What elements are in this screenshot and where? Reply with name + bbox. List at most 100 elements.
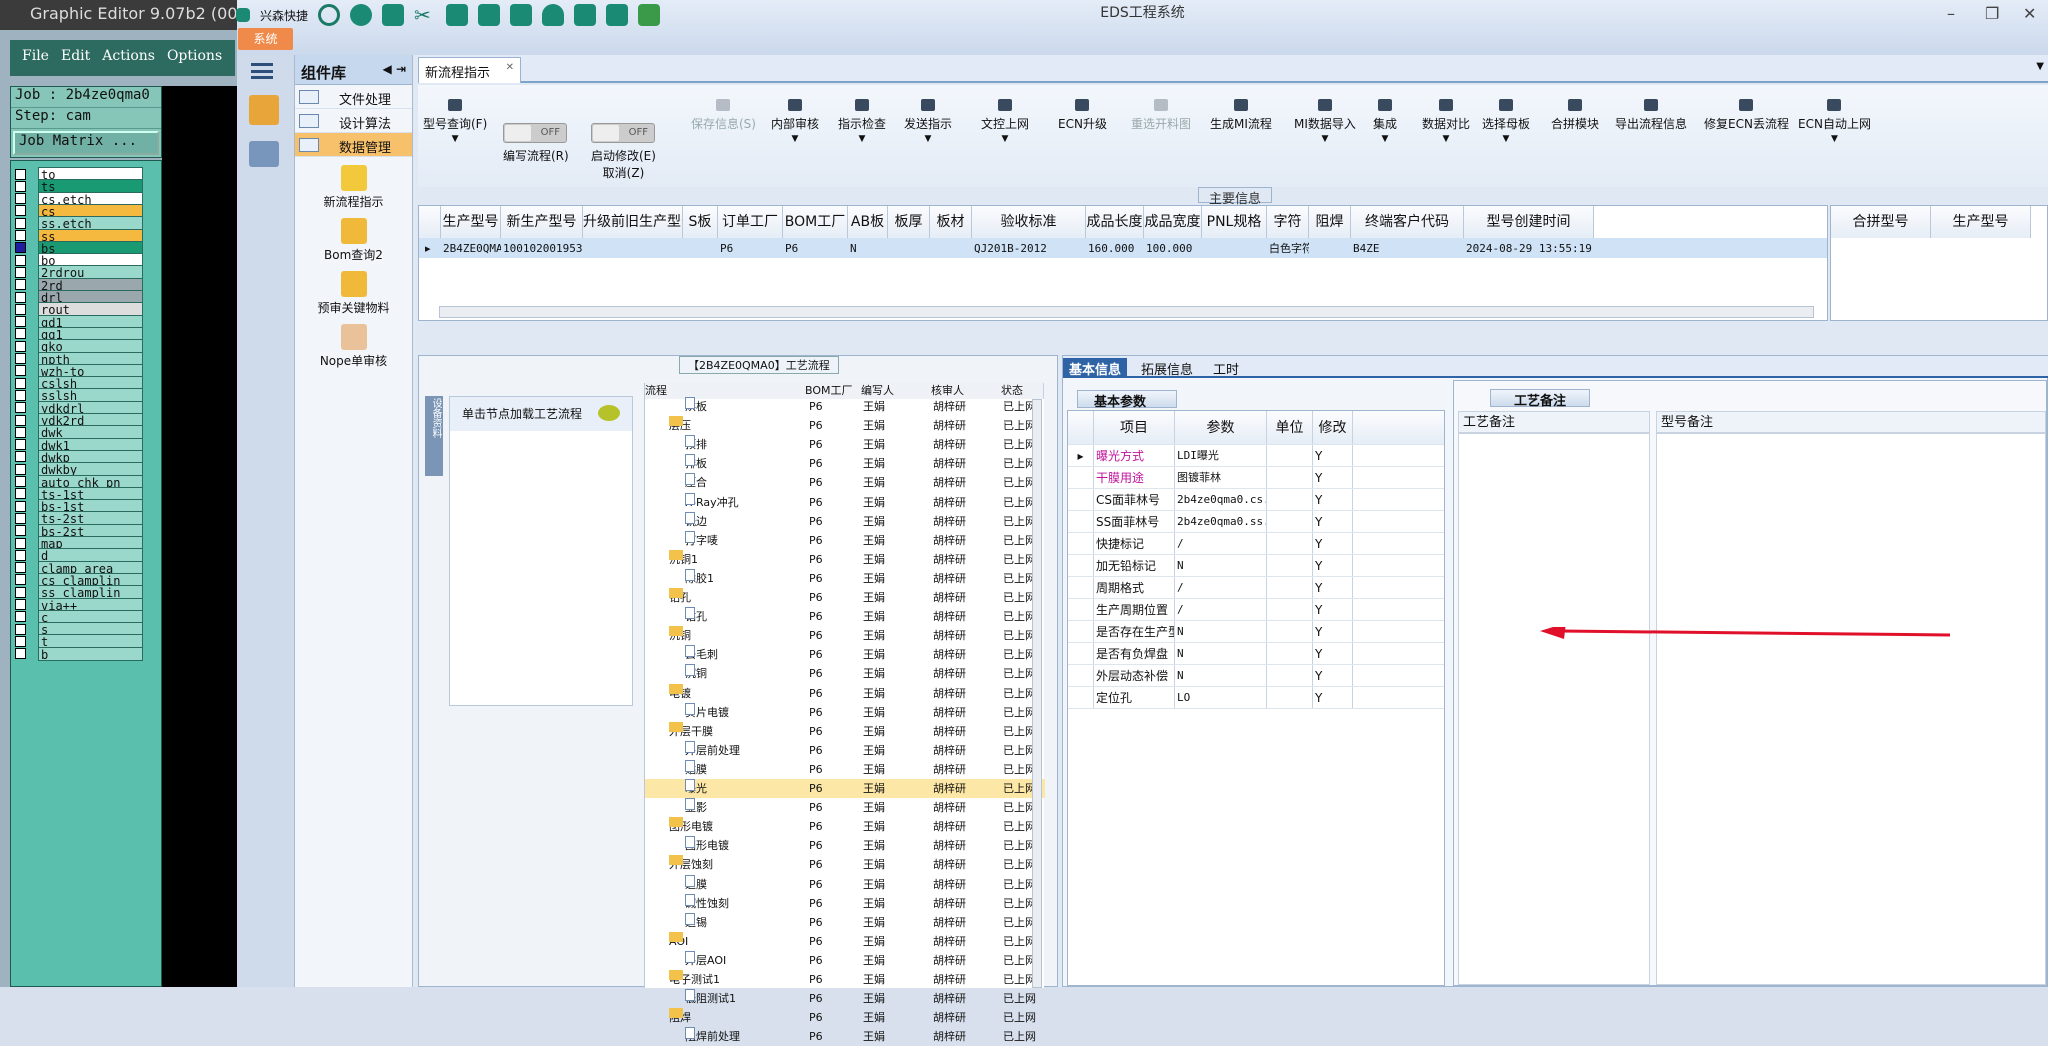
grid-cell[interactable]: 2024-08-29 13:55:19 bbox=[1464, 240, 1594, 258]
chevron-down-icon[interactable]: ▼ bbox=[1422, 134, 1470, 144]
toolbar-button[interactable]: ECN自动上网 ▼ bbox=[1798, 99, 1871, 144]
param-value[interactable]: N bbox=[1175, 621, 1267, 642]
column-header[interactable]: BOM工厂 bbox=[783, 206, 848, 238]
tree-row[interactable]: AOI P6 王娟 胡梓研 已上网 bbox=[645, 931, 1045, 951]
tree-row[interactable]: 烘板 P6 王娟 胡梓研 已上网 bbox=[645, 397, 1045, 416]
param-row[interactable]: 是否存在生产型号N Y bbox=[1068, 621, 1444, 643]
grid-cell[interactable]: QJ201B-2012 bbox=[972, 240, 1086, 258]
grid-cell[interactable]: 160.000 bbox=[1086, 240, 1144, 258]
toolbar-button[interactable]: 内部审核 ▼ bbox=[771, 99, 819, 144]
ge-menu-file[interactable]: File bbox=[22, 48, 49, 68]
layer-checkbox[interactable] bbox=[15, 205, 26, 217]
column-header[interactable]: 阻焊 bbox=[1309, 206, 1351, 238]
layer-checkbox[interactable] bbox=[15, 414, 26, 426]
tree-row[interactable]: 碱性蚀刻 P6 王娟 胡梓研 已上网 bbox=[645, 893, 1045, 913]
chevron-down-icon[interactable]: ▼ bbox=[771, 134, 819, 144]
vertical-scrollbar[interactable] bbox=[1032, 399, 1042, 988]
chevron-down-icon[interactable]: ▼ bbox=[838, 134, 886, 144]
layer-checkbox[interactable] bbox=[15, 254, 26, 266]
tree-row[interactable]: 外层蚀刻 P6 王娟 胡梓研 已上网 bbox=[645, 855, 1045, 874]
tree-node[interactable]: 显影 bbox=[685, 798, 801, 817]
layer-checkbox[interactable] bbox=[15, 574, 26, 586]
layer-checkbox[interactable] bbox=[15, 353, 26, 364]
tree-node[interactable]: 沉铜 bbox=[685, 664, 801, 683]
layer-checkbox[interactable] bbox=[15, 303, 26, 315]
tree-row[interactable]: 外层前处理 P6 王娟 胡梓研 已上网 bbox=[645, 740, 1045, 760]
chevron-down-icon[interactable]: ▼ bbox=[2036, 61, 2044, 72]
tree-node[interactable]: 退锡 bbox=[685, 912, 801, 932]
tree-node[interactable]: 沉铜1 bbox=[669, 549, 799, 569]
layer-checkbox[interactable] bbox=[15, 266, 26, 278]
param-row[interactable]: 外层动态补偿 N Y bbox=[1068, 665, 1444, 687]
grid-icon[interactable] bbox=[510, 4, 533, 26]
toolbar-button[interactable]: 选择母板 ▼ bbox=[1482, 99, 1530, 144]
toolbar-button[interactable]: 指示检查 ▼ bbox=[838, 99, 886, 144]
layer-checkbox[interactable] bbox=[15, 635, 26, 647]
column-header[interactable]: 生产型号 bbox=[441, 206, 501, 238]
grid-cell[interactable] bbox=[930, 240, 972, 258]
tree-row[interactable]: 电镀 P6 王娟 胡梓研 已上网 bbox=[645, 683, 1045, 703]
param-row[interactable]: CS面菲林号2b4ze0qma0.cs.etch Y bbox=[1068, 489, 1444, 511]
grid-cell[interactable] bbox=[1202, 240, 1267, 258]
copy-icon[interactable] bbox=[478, 4, 501, 26]
tab-close-icon[interactable]: ✕ bbox=[506, 62, 514, 73]
start-edit-toggle[interactable]: OFF bbox=[591, 123, 655, 143]
windows-icon[interactable] bbox=[638, 4, 661, 26]
chevron-down-icon[interactable]: ▼ bbox=[1798, 134, 1871, 144]
layer-checkbox[interactable] bbox=[15, 340, 26, 352]
tree-node[interactable]: 图形电镀 bbox=[669, 817, 799, 836]
layer-checkbox[interactable] bbox=[15, 279, 26, 291]
user-icon[interactable] bbox=[542, 4, 565, 26]
tree-row[interactable]: 排板 P6 王娟 胡梓研 已上网 bbox=[645, 454, 1045, 473]
chart-icon[interactable] bbox=[574, 4, 597, 26]
tree-row[interactable]: 层压 P6 王娟 胡梓研 已上网 bbox=[645, 416, 1045, 435]
notes-column-header[interactable]: 型号备注 bbox=[1656, 411, 2046, 433]
notes-textarea[interactable] bbox=[1458, 433, 1650, 985]
column-header[interactable]: 终端客户代码 bbox=[1351, 206, 1464, 238]
tree-node[interactable]: 外层AOI bbox=[685, 950, 801, 970]
detail-tab[interactable]: 基本信息 bbox=[1063, 358, 1128, 378]
param-value[interactable]: 图镀菲林 bbox=[1175, 467, 1267, 488]
tree-row[interactable]: 阻焊 P6 王娟 胡梓研 已上网 bbox=[645, 1008, 1045, 1027]
tree-row[interactable]: 钻孔 P6 王娟 胡梓研 已上网 bbox=[645, 607, 1045, 626]
layer-checkbox[interactable] bbox=[15, 648, 26, 660]
minimize-icon[interactable]: – bbox=[1947, 4, 1955, 23]
layer-checkbox[interactable] bbox=[15, 463, 26, 475]
horizontal-scrollbar[interactable] bbox=[439, 306, 1814, 318]
param-column-header[interactable]: 单位 bbox=[1267, 411, 1313, 444]
grid-cell[interactable]: N bbox=[848, 240, 888, 258]
layer-checkbox[interactable] bbox=[15, 525, 26, 537]
layer-checkbox[interactable] bbox=[15, 599, 26, 610]
param-column-header[interactable]: 参数 bbox=[1175, 411, 1267, 444]
detail-tab[interactable]: 工时 bbox=[1207, 358, 1245, 378]
layer-checkbox[interactable] bbox=[15, 562, 26, 574]
tree-node[interactable]: 低阻测试1 bbox=[685, 989, 801, 1008]
tree-node[interactable]: 外层干膜 bbox=[669, 721, 799, 741]
grid-cell[interactable]: B4ZE bbox=[1351, 240, 1464, 258]
layer-checkbox[interactable] bbox=[15, 168, 26, 180]
system-button[interactable]: 系统 bbox=[238, 28, 293, 50]
param-row[interactable]: 快捷标记 / Y bbox=[1068, 533, 1444, 555]
tree-node[interactable]: 阻焊 bbox=[669, 1008, 799, 1027]
tree-row[interactable]: 曝光 P6 王娟 胡梓研 已上网 bbox=[645, 779, 1045, 798]
table-icon[interactable] bbox=[382, 4, 405, 26]
param-row[interactable]: 生产周期位置 / Y bbox=[1068, 599, 1444, 621]
param-row[interactable]: SS面菲林号2b4ze0qma0.ss.etch Y bbox=[1068, 511, 1444, 533]
chevron-down-icon[interactable]: ▼ bbox=[1373, 134, 1397, 144]
layer-checkbox[interactable] bbox=[15, 439, 26, 451]
tree-row[interactable]: 显影 P6 王娟 胡梓研 已上网 bbox=[645, 798, 1045, 817]
detail-tab[interactable]: 拓展信息 bbox=[1135, 358, 1199, 378]
column-header[interactable]: 升级前旧生产型号 bbox=[583, 206, 683, 238]
toolbar-button[interactable]: MI数据导入 ▼ bbox=[1294, 99, 1356, 144]
tree-node[interactable]: 曝光 bbox=[685, 779, 801, 798]
tree-node[interactable]: 除胶1 bbox=[685, 568, 801, 588]
tree-row[interactable]: X-Ray冲孔 P6 王娟 胡梓研 已上网 bbox=[645, 492, 1045, 512]
layer-checkbox[interactable] bbox=[15, 476, 26, 487]
layer-checkbox[interactable] bbox=[15, 328, 26, 340]
tree-node[interactable]: 外层前处理 bbox=[685, 740, 801, 760]
layer-row[interactable]: b bbox=[15, 646, 143, 661]
tree-node[interactable]: 外层蚀刻 bbox=[669, 855, 799, 874]
param-value[interactable]: LO bbox=[1175, 687, 1267, 708]
param-row[interactable]: 干膜用途 图镀菲林 Y bbox=[1068, 467, 1444, 489]
write-flow-toggle[interactable]: OFF bbox=[503, 123, 567, 143]
